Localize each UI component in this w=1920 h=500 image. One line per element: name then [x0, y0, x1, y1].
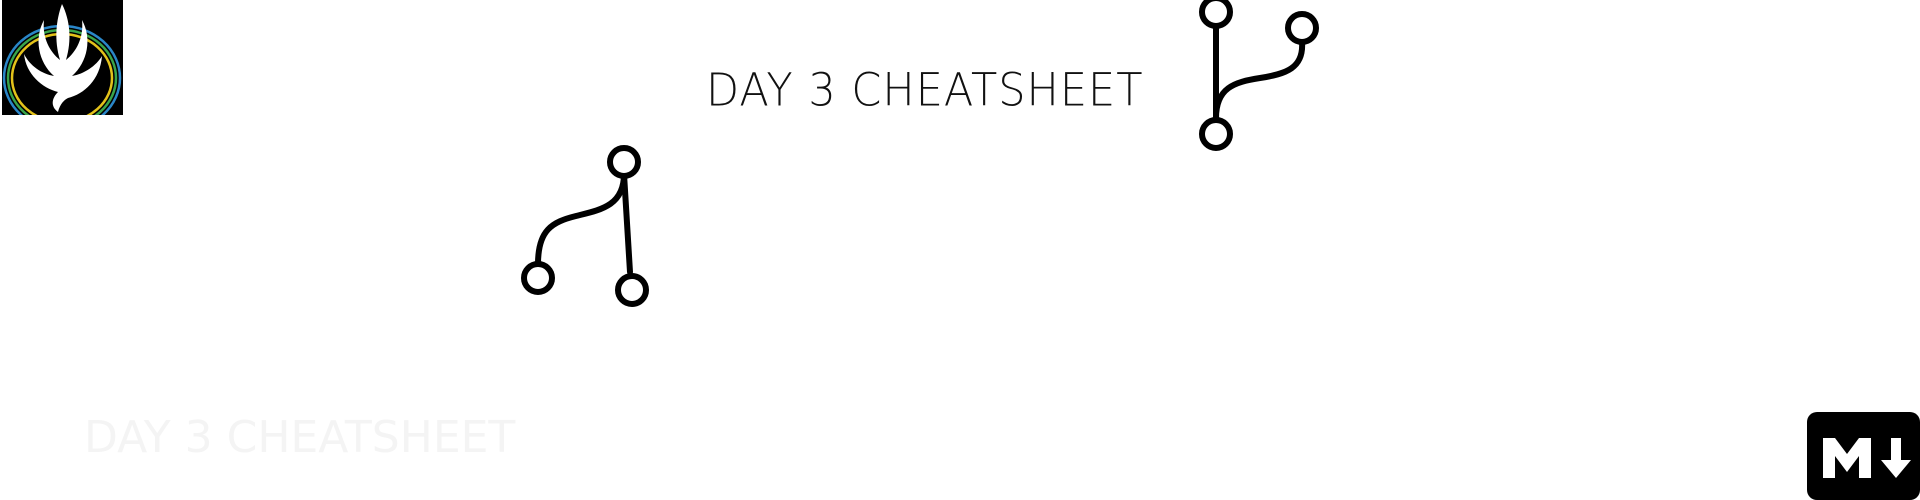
- cheatsheet-page: DAY 3 CHEATSHEET DAY 3 CHEATSHEET: [0, 0, 1920, 500]
- git-merge-icon: [521, 145, 649, 307]
- phoenix-logo-graphic: [2, 0, 123, 115]
- page-title: DAY 3 CHEATSHEET: [706, 64, 1144, 118]
- phoenix-logo-icon: [2, 0, 123, 115]
- faint-caption: DAY 3 CHEATSHEET: [84, 412, 516, 463]
- markdown-glyph: [1823, 438, 1911, 478]
- markdown-icon: [1807, 412, 1920, 500]
- git-branch-icon: [1199, 0, 1319, 151]
